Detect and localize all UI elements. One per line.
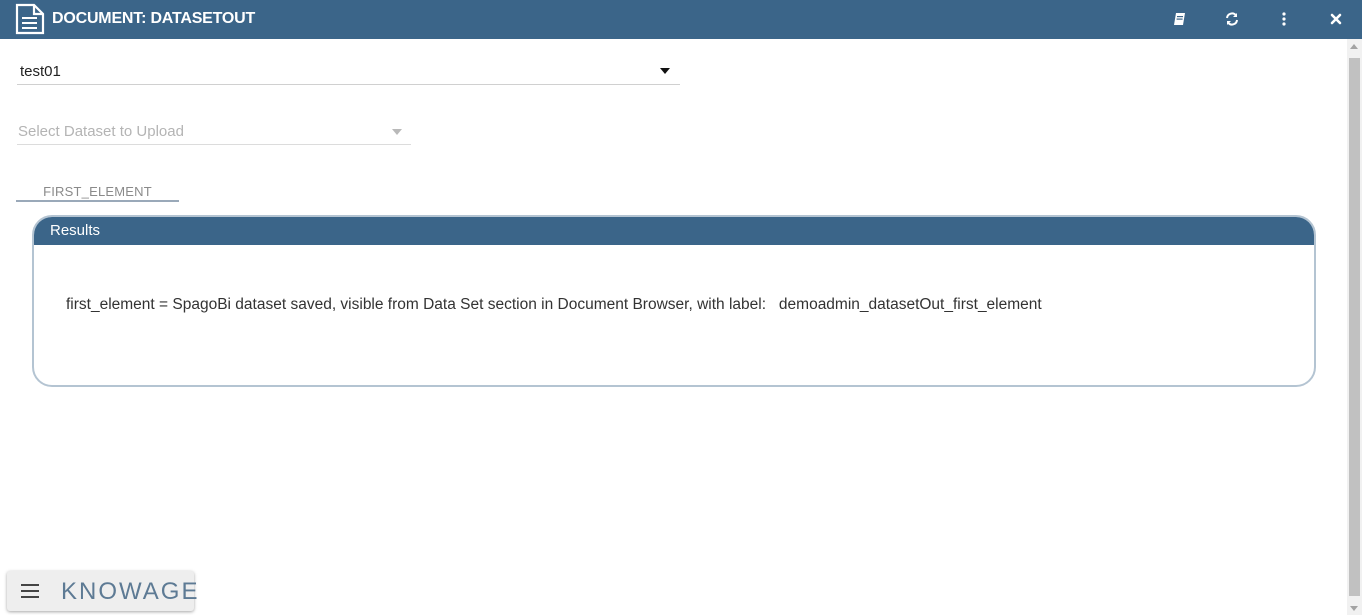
document-select[interactable]: test01: [17, 61, 680, 85]
book-icon[interactable]: [1170, 9, 1190, 29]
chevron-down-icon: [660, 68, 670, 74]
refresh-icon[interactable]: [1222, 9, 1242, 29]
brand-menu-widget: KNOWAGE: [7, 571, 197, 611]
hamburger-menu-icon[interactable]: [21, 584, 39, 598]
document-icon: [14, 2, 46, 36]
chevron-down-icon: [392, 129, 402, 135]
results-panel: Results first_element = SpagoBi dataset …: [32, 215, 1316, 387]
more-vert-icon[interactable]: [1274, 9, 1294, 29]
knowage-logo: KNOWAGE: [61, 578, 200, 605]
results-message: first_element = SpagoBi dataset saved, v…: [66, 296, 1042, 313]
vertical-scrollbar[interactable]: [1347, 39, 1362, 615]
dataset-select-placeholder: Select Dataset to Upload: [18, 123, 184, 140]
dataset-select[interactable]: Select Dataset to Upload: [17, 122, 411, 145]
tab-label: FIRST_ELEMENT: [43, 184, 152, 199]
main-content: test01 Select Dataset to Upload FIRST_EL…: [0, 39, 1347, 615]
tab-first-element[interactable]: FIRST_ELEMENT: [16, 179, 179, 202]
scroll-down-arrow-icon[interactable]: [1350, 606, 1358, 611]
close-icon[interactable]: [1326, 9, 1346, 29]
scrollbar-thumb[interactable]: [1349, 58, 1360, 596]
scroll-up-arrow-icon[interactable]: [1350, 44, 1358, 49]
page-title: DOCUMENT: DATASETOUT: [52, 10, 256, 27]
results-title: Results: [34, 217, 1314, 245]
top-bar: DOCUMENT: DATASETOUT: [0, 0, 1362, 39]
document-select-value: test01: [20, 63, 61, 80]
